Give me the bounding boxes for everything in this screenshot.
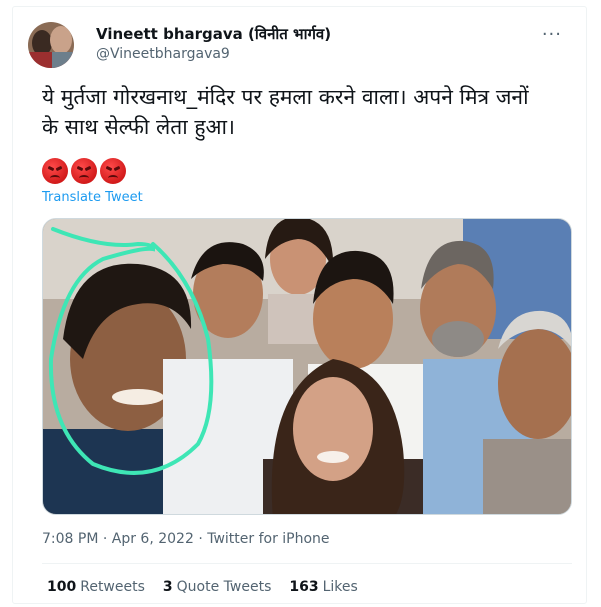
tweet-text: ये मुर्तजा गोरखनाथ_मंदिर पर हमला करने वा… (42, 85, 529, 139)
tweet-photo[interactable] (42, 218, 572, 515)
author-names: Vineett bhargava (विनीत भार्गव) @Vineetb… (96, 24, 331, 64)
more-horizontal-icon[interactable]: ··· (542, 24, 562, 45)
tweet-stats: 100 Retweets 3 Quote Tweets 163 Likes (47, 579, 358, 595)
retweets-stat[interactable]: 100 Retweets (47, 579, 145, 595)
angry-face-icon (71, 158, 97, 184)
stats-divider (42, 563, 572, 564)
angry-face-icon (42, 158, 68, 184)
selfie-photo-illustration (43, 219, 571, 514)
tweet-timestamp[interactable]: 7:08 PM · Apr 6, 2022 · Twitter for iPho… (42, 531, 330, 547)
tweet-header: Vineett bhargava (विनीत भार्गव) @Vineetb… (28, 20, 578, 70)
angry-face-icon (100, 158, 126, 184)
likes-stat[interactable]: 163 Likes (289, 579, 357, 595)
quote-tweets-stat[interactable]: 3 Quote Tweets (163, 579, 271, 595)
avatar[interactable] (28, 22, 74, 68)
translate-tweet-link[interactable]: Translate Tweet (42, 190, 143, 205)
author-handle[interactable]: @Vineetbhargava9 (96, 45, 331, 64)
author-display-name[interactable]: Vineett bhargava (विनीत भार्गव) (96, 24, 331, 44)
emoji-row (42, 158, 126, 184)
